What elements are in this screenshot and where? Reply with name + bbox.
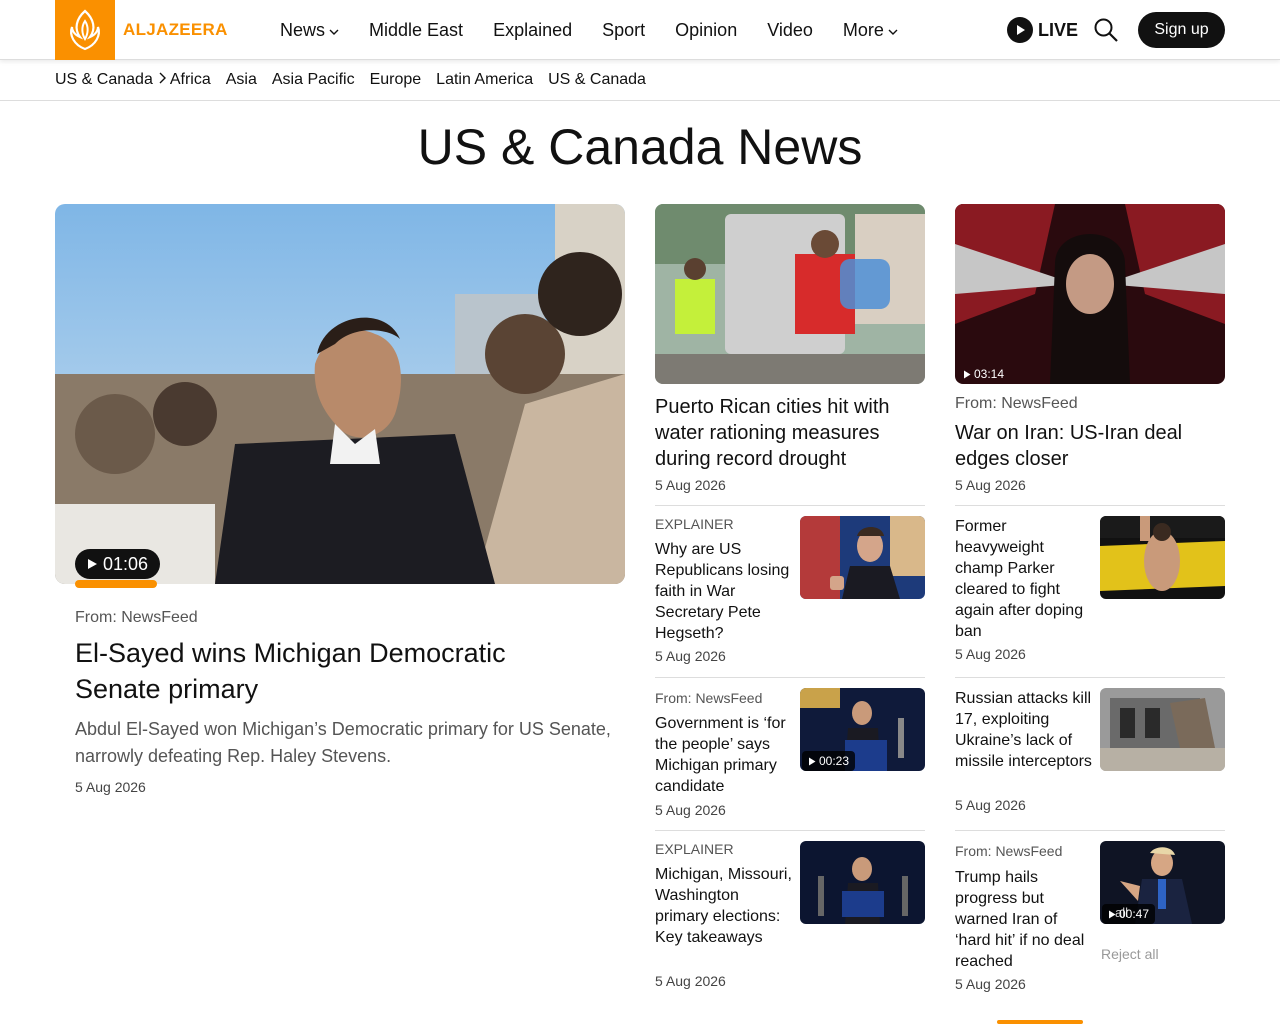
video-duration: 00:23 [802, 751, 856, 771]
list-item-thumbnail[interactable] [1100, 688, 1225, 771]
nav-sport[interactable]: Sport [602, 20, 645, 41]
duration-label: 03:14 [974, 367, 1005, 381]
featured-date: 5 Aug 2026 [75, 779, 146, 795]
story-source: From: NewsFeed [955, 395, 1078, 412]
featured-summary: Abdul El-Sayed won Michigan’s Democratic… [75, 719, 611, 766]
nav-explained[interactable]: Explained [493, 20, 572, 41]
story-kicker: From: NewsFeed [955, 843, 1063, 859]
load-more-button[interactable] [997, 1020, 1083, 1024]
subnav-asia[interactable]: Asia [226, 71, 257, 89]
divider [955, 677, 1225, 678]
list-item-headline[interactable]: Trump hails progress but warned Iran of … [955, 867, 1093, 972]
list-item-headline[interactable]: Former heavyweight champ Parker cleared … [955, 516, 1093, 642]
list-item-date: 5 Aug 2026 [955, 797, 1026, 813]
breadcrumb[interactable]: US & Canada [55, 71, 170, 89]
page-title: US & Canada News [417, 119, 863, 175]
duration-label: 00:23 [819, 754, 850, 768]
nav-sport-label: Sport [602, 19, 646, 40]
list-item-date: 5 Aug 2026 [655, 973, 726, 989]
story-headline[interactable]: War on Iran: US-Iran deal edges closer [955, 420, 1220, 472]
chevron-right-icon [159, 71, 166, 89]
nav-news[interactable]: News [280, 20, 339, 41]
list-item-headline[interactable]: Government is ‘for the people’ says Mich… [655, 713, 793, 797]
nav-explained-label: Explained [493, 19, 573, 40]
live-button[interactable]: LIVE [1007, 17, 1078, 43]
nav-opinion-label: Opinion [675, 19, 738, 40]
chevron-down-icon [888, 20, 898, 41]
nav-more[interactable]: More [843, 20, 898, 41]
story-date: 5 Aug 2026 [955, 477, 1026, 493]
logo-emblem-icon [55, 0, 115, 60]
divider [655, 505, 925, 506]
list-item-thumbnail[interactable] [800, 516, 925, 599]
play-icon [963, 370, 971, 379]
duration-label: 01:06 [103, 553, 149, 574]
featured-headline[interactable]: El-Sayed wins Michigan Democratic Senate… [75, 635, 595, 707]
list-item-headline[interactable]: Russian attacks kill 17, exploiting Ukra… [955, 688, 1093, 772]
story-kicker: EXPLAINER [655, 516, 734, 532]
nav-middle-east-label: Middle East [369, 19, 464, 40]
featured-image[interactable] [55, 204, 625, 584]
search-icon[interactable] [1093, 17, 1119, 43]
nav-middle-east[interactable]: Middle East [369, 20, 463, 41]
live-label: LIVE [1038, 19, 1079, 40]
featured-source: From: NewsFeed [75, 609, 198, 626]
region-subnav: US & Canada Africa Asia Asia Pacific Eur… [0, 60, 1280, 101]
cookie-accept-ghost-text: all [1115, 905, 1129, 920]
reject-all-button[interactable]: Reject all [1101, 946, 1159, 962]
divider [655, 830, 925, 831]
play-icon [1007, 17, 1033, 43]
subnav-europe[interactable]: Europe [370, 71, 422, 89]
list-item-date: 5 Aug 2026 [655, 802, 726, 818]
subnav-latin-america[interactable]: Latin America [436, 71, 533, 89]
play-icon [87, 558, 98, 570]
play-icon [808, 757, 816, 766]
video-image[interactable] [955, 204, 1225, 384]
subnav-asia-pacific[interactable]: Asia Pacific [272, 71, 355, 89]
list-item-thumbnail[interactable] [800, 841, 925, 924]
story-date: 5 Aug 2026 [655, 477, 726, 493]
list-item-headline[interactable]: Why are US Republicans losing faith in W… [655, 539, 793, 644]
video-progress-bar [75, 580, 157, 588]
nav-video-label: Video [767, 19, 813, 40]
list-item-thumbnail[interactable] [1100, 516, 1225, 599]
divider [955, 830, 1225, 831]
story-kicker: From: NewsFeed [655, 690, 763, 706]
chevron-down-icon [329, 20, 339, 41]
story-kicker: EXPLAINER [655, 841, 734, 857]
list-item-date: 5 Aug 2026 [655, 648, 726, 664]
story-headline[interactable]: Puerto Rican cities hit with water ratio… [655, 394, 920, 472]
video-duration: 00:47 [1102, 904, 1156, 924]
subnav-us-canada[interactable]: US & Canada [548, 71, 646, 89]
featured-video-duration[interactable]: 01:06 [75, 549, 161, 579]
list-item-date: 5 Aug 2026 [955, 646, 1026, 662]
nav-more-label: More [842, 19, 884, 40]
main-nav: News Middle East Explained Sport Opinion… [280, 0, 928, 60]
divider [955, 505, 1225, 506]
site-logo[interactable]: ALJAZEERA [55, 0, 228, 60]
logo-wordmark: ALJAZEERA [123, 20, 228, 39]
story-image[interactable] [655, 204, 925, 384]
subnav-africa[interactable]: Africa [170, 71, 211, 89]
site-header: ALJAZEERA News Middle East Explained Spo… [0, 0, 1280, 60]
divider [655, 677, 925, 678]
nav-video[interactable]: Video [767, 20, 813, 41]
nav-opinion[interactable]: Opinion [675, 20, 737, 41]
breadcrumb-current: US & Canada [55, 71, 153, 88]
list-item-headline[interactable]: Michigan, Missouri, Washington primary e… [655, 864, 793, 948]
video-duration: 03:14 [957, 364, 1010, 384]
list-item-date: 5 Aug 2026 [955, 976, 1026, 992]
nav-news-label: News [280, 19, 326, 40]
signup-button[interactable]: Sign up [1138, 12, 1225, 48]
